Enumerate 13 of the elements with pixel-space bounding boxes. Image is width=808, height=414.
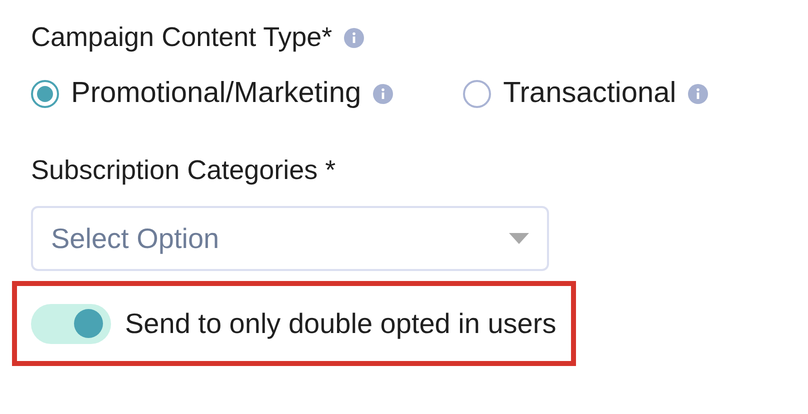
select-dropdown[interactable]: Select Option [31, 206, 549, 271]
field-label: Campaign Content Type* [31, 22, 332, 53]
field-label: Subscription Categories * [31, 155, 337, 186]
radio-label: Transactional [503, 77, 676, 110]
toggle-switch[interactable] [31, 304, 111, 344]
info-icon[interactable] [688, 84, 708, 104]
toggle-label: Send to only double opted in users [125, 308, 556, 340]
info-icon[interactable] [344, 28, 364, 48]
caret-icon [509, 233, 529, 244]
radio-button[interactable] [463, 80, 492, 108]
info-icon[interactable] [373, 84, 394, 104]
radio-label: Promotional/Marketing [71, 77, 362, 110]
radio-button[interactable] [31, 80, 59, 108]
